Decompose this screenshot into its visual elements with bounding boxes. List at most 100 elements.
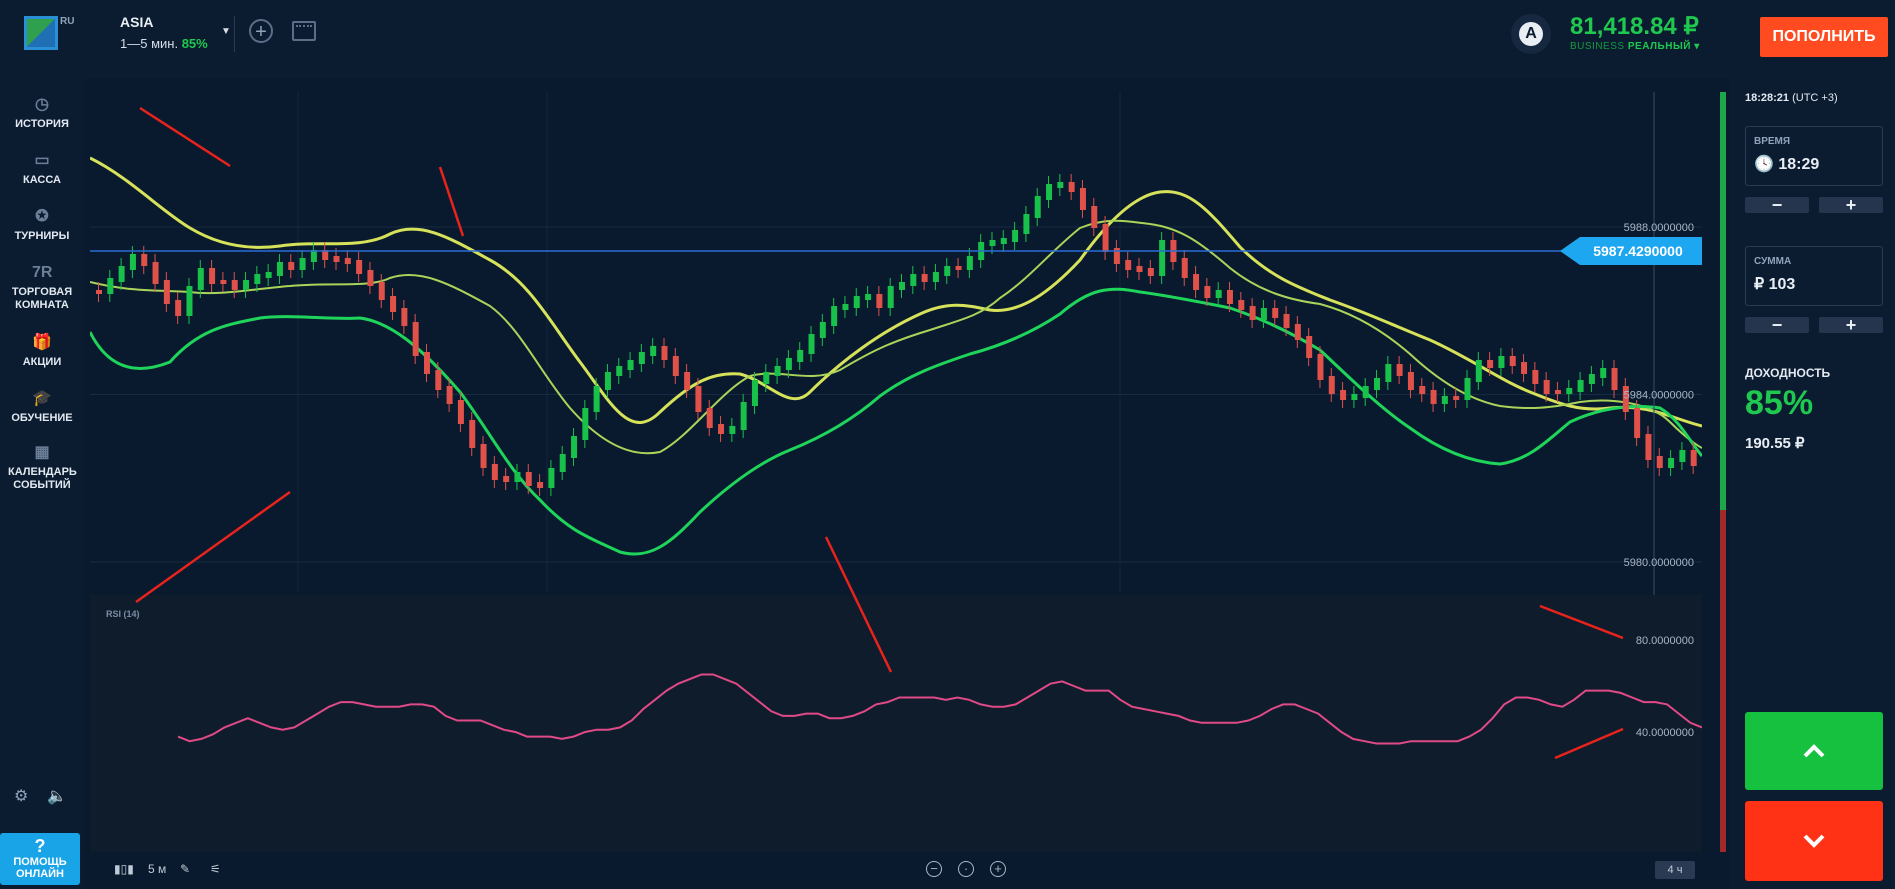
timeframe-button[interactable]: 5 м (148, 862, 166, 876)
candle-body (932, 272, 939, 282)
call-button[interactable] (1745, 712, 1883, 790)
candle-body (1577, 380, 1584, 392)
asset-dropdown-icon[interactable]: ▼ (221, 26, 231, 37)
candle-body (107, 278, 114, 294)
candle-body (186, 286, 193, 316)
candle-body (1057, 182, 1064, 188)
logo[interactable] (24, 16, 58, 50)
candle-body (1419, 386, 1426, 394)
amount-value[interactable]: ₽ 103 (1754, 274, 1795, 294)
candle-body (684, 372, 691, 390)
time-increase-button[interactable]: + (1819, 196, 1883, 214)
candle-body (333, 256, 340, 262)
amount-decrease-button[interactable]: − (1745, 316, 1809, 334)
sidebar-item-7[interactable]: ▦ КАЛЕНДАРЬ СОБЫТИЙ (0, 444, 84, 492)
sidebar-item-2[interactable]: ▭ КАССА (0, 152, 84, 187)
candle-body (1079, 188, 1086, 210)
avatar[interactable]: A (1511, 14, 1551, 54)
account-type-selector[interactable]: BUSINESS РЕАЛЬНЫЙ ▾ (1570, 41, 1700, 52)
candle-body (1215, 290, 1222, 298)
candle-body (593, 386, 600, 412)
sidebar-item-4[interactable]: 7R ТОРГОВАЯ КОМНАТА (0, 264, 84, 312)
drawing-tools-icon[interactable]: ✎ (180, 862, 190, 876)
candle-body (1385, 364, 1392, 382)
add-asset-button[interactable]: + (249, 19, 273, 43)
zoom-in-button[interactable]: + (990, 861, 1006, 877)
sidebar-item-3[interactable]: ✪ ТУРНИРЫ (0, 208, 84, 243)
candle-body (469, 420, 476, 448)
zoom-out-button[interactable]: − (926, 861, 942, 877)
put-button[interactable] (1745, 801, 1883, 881)
candle-body (876, 294, 883, 308)
expiry-time-field[interactable]: ВРЕМЯ 🕓 18:29 (1745, 126, 1883, 186)
logo-region-label: RU (60, 16, 75, 27)
graduation-icon: 🎓 (32, 390, 52, 407)
candle-body (1634, 408, 1641, 438)
account-type: РЕАЛЬНЫЙ ▾ (1627, 41, 1700, 52)
star-icon: ✪ (35, 208, 49, 225)
price-chart[interactable]: 5988.0000000 5984.0000000 5980.0000000 598… (88, 92, 1704, 852)
candle-body (1521, 362, 1528, 374)
candle-body (831, 306, 838, 326)
sidebar-item-label: КАССА (23, 174, 61, 186)
deposit-button[interactable]: ПОПОЛНИТЬ (1760, 17, 1888, 57)
candle-body (231, 280, 238, 290)
indicators-icon[interactable]: ⚟ (210, 862, 221, 876)
candle-body (537, 482, 544, 488)
candle-body (1068, 182, 1075, 192)
candle-body (706, 408, 713, 428)
candle-body (1193, 274, 1200, 290)
chart-type-icon[interactable]: ▮▯▮ (114, 862, 134, 876)
price-tick-label: 5988.0000000 (1624, 222, 1694, 234)
wallet-icon: ▭ (34, 152, 50, 169)
candle-body (989, 240, 996, 246)
candle-body (899, 282, 905, 290)
candle-body (480, 444, 487, 468)
candle-body (1272, 308, 1279, 318)
candle-body (1000, 238, 1007, 244)
zoom-range-badge[interactable]: 4 ч (1655, 861, 1695, 879)
time-label: ВРЕМЯ (1754, 136, 1791, 147)
sidebar-item-5[interactable]: 🎁 АКЦИИ (0, 334, 84, 369)
sidebar-item-6[interactable]: 🎓 ОБУЧЕНИЕ (0, 390, 84, 425)
chart-toolbar: ▮▯▮ 5 м ✎ ⚟ − · + 4 ч (90, 856, 1702, 886)
settings-icon[interactable]: ⚙ (14, 786, 28, 806)
candle-body (356, 260, 363, 274)
candle-body (457, 400, 464, 424)
reset-zoom-button[interactable]: · (958, 861, 974, 877)
candle-body (661, 346, 668, 360)
gift-icon: 🎁 (32, 334, 52, 351)
candle-body (1543, 380, 1550, 394)
candle-body (152, 262, 159, 284)
amount-field[interactable]: СУММА ₽ 103 (1745, 246, 1883, 306)
help-online-button[interactable]: ? ПОМОЩЬ ОНЛАЙН (0, 833, 80, 885)
account-balance[interactable]: 81,418.84 ₽ (1570, 12, 1699, 41)
sound-icon[interactable]: 🔈 (47, 786, 67, 806)
candle-body (1181, 258, 1188, 278)
candle-body (944, 266, 951, 276)
clock-time: 18:28:21 (1745, 92, 1790, 104)
chart-area[interactable]: 5988.0000000 5984.0000000 5980.0000000 598… (88, 92, 1704, 852)
candle-body (571, 436, 578, 458)
time-decrease-button[interactable]: − (1745, 196, 1809, 214)
server-clock: 18:28:21 (UTC +3) (1745, 92, 1838, 104)
candle-body (1283, 314, 1290, 328)
asset-selector[interactable]: ASIA 1—5 мин. 85% (120, 14, 208, 51)
layout-button[interactable] (292, 21, 316, 41)
sidebar-item-1[interactable]: ◷ ИСТОРИЯ (0, 96, 84, 131)
candle-body (1249, 306, 1256, 320)
candle-body (1509, 356, 1516, 366)
sidebar-item-label: ТУРНИРЫ (14, 230, 70, 242)
candle-body (1023, 214, 1030, 234)
candle-body (797, 350, 804, 362)
candle-body (559, 454, 566, 472)
candle-body (118, 266, 125, 282)
candle-body (1611, 368, 1618, 390)
divider (234, 16, 235, 52)
amount-increase-button[interactable]: + (1819, 316, 1883, 334)
candle-body (276, 262, 283, 276)
candle-body (446, 386, 453, 404)
candle-body (254, 274, 261, 284)
sidebar-item-label: ОБУЧЕНИЕ (11, 412, 73, 424)
payout-value: 190.55 ₽ (1745, 435, 1805, 452)
